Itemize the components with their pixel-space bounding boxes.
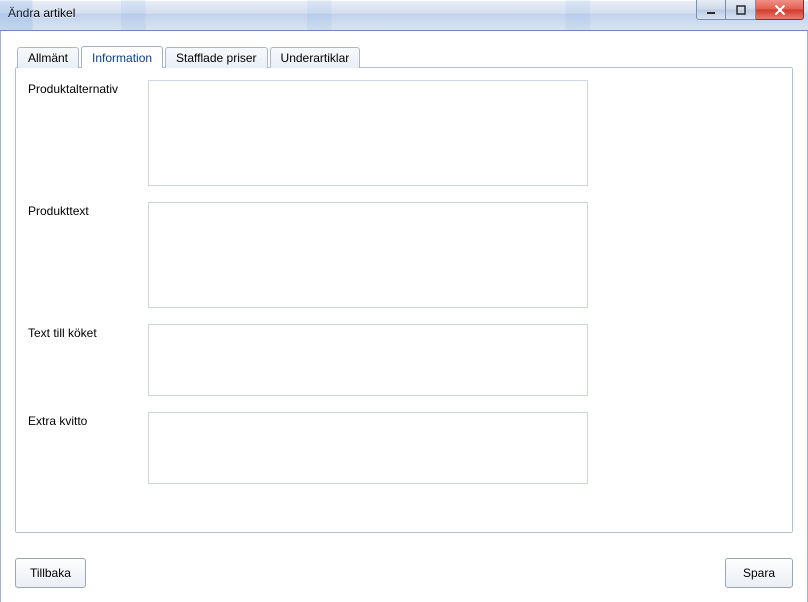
tabpanel-information: Produktalternativ Produkttext Text till … [15, 67, 793, 533]
close-icon [773, 4, 787, 16]
save-button[interactable]: Spara [725, 558, 793, 588]
maximize-icon [735, 4, 747, 16]
client-area: Allmänt Information Stafflade priser Und… [0, 31, 808, 602]
tab-stafflade-priser[interactable]: Stafflade priser [165, 47, 268, 68]
input-extra-kvitto[interactable] [148, 412, 588, 484]
row-text-till-koket: Text till köket [28, 324, 780, 396]
window-title: Ändra artikel [8, 6, 75, 20]
titlebar: Ändra artikel [0, 0, 808, 31]
input-produktalternativ[interactable] [148, 80, 588, 186]
close-button[interactable] [756, 0, 804, 20]
minimize-icon [705, 4, 717, 16]
input-produkttext[interactable] [148, 202, 588, 308]
tab-allmant[interactable]: Allmänt [17, 47, 79, 68]
maximize-button[interactable] [726, 0, 756, 20]
tab-information[interactable]: Information [81, 46, 163, 68]
label-text-till-koket: Text till köket [28, 324, 148, 340]
input-text-till-koket[interactable] [148, 324, 588, 396]
minimize-button[interactable] [696, 0, 726, 20]
row-produktalternativ: Produktalternativ [28, 80, 780, 186]
row-extra-kvitto: Extra kvitto [28, 412, 780, 484]
label-extra-kvitto: Extra kvitto [28, 412, 148, 428]
label-produktalternativ: Produktalternativ [28, 80, 148, 96]
bottom-bar: Tillbaka Spara [15, 558, 793, 588]
window-buttons [696, 0, 804, 20]
tabstrip: Allmänt Information Stafflade priser Und… [17, 45, 793, 67]
tab-underartiklar[interactable]: Underartiklar [270, 47, 361, 68]
back-button[interactable]: Tillbaka [15, 558, 86, 588]
row-produkttext: Produkttext [28, 202, 780, 308]
label-produkttext: Produkttext [28, 202, 148, 218]
